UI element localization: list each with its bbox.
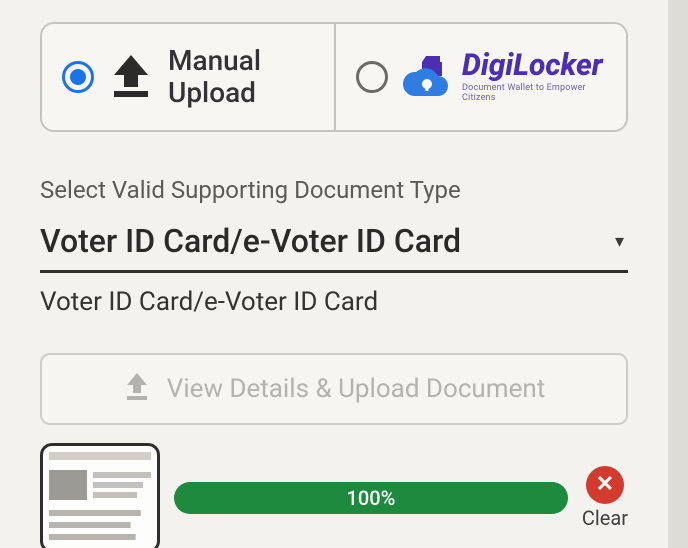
- digilocker-title: DigiLocker: [462, 51, 606, 81]
- doc-type-selected: Voter ID Card/e-Voter ID Card: [40, 222, 461, 260]
- digilocker-option[interactable]: DigiLocker Document Wallet to Empower Ci…: [334, 24, 626, 130]
- upload-progress-bar: 100%: [174, 482, 568, 514]
- uploaded-file-row: 100% ✕ Clear: [40, 443, 628, 548]
- doc-type-label: Select Valid Supporting Document Type: [40, 176, 628, 204]
- doc-type-select[interactable]: Voter ID Card/e-Voter ID Card ▾: [40, 212, 628, 273]
- digilocker-tagline: Document Wallet to Empower Citizens: [462, 83, 606, 103]
- view-details-button[interactable]: View Details & Upload Document: [40, 353, 628, 425]
- close-icon: ✕: [586, 466, 624, 504]
- scrollbar-gutter[interactable]: [668, 0, 688, 548]
- upload-icon: [108, 51, 154, 103]
- upload-method-group: Manual Upload: [40, 22, 628, 132]
- doc-type-echo: Voter ID Card/e-Voter ID Card: [40, 287, 628, 317]
- view-details-label: View Details & Upload Document: [167, 374, 545, 404]
- manual-upload-label: Manual Upload: [168, 45, 261, 109]
- clear-label: Clear: [582, 506, 628, 530]
- manual-upload-option[interactable]: Manual Upload: [42, 24, 334, 130]
- radio-checked-icon: [62, 61, 94, 93]
- clear-upload-button[interactable]: ✕ Clear: [582, 466, 628, 530]
- upload-small-icon: [123, 371, 151, 408]
- radio-unchecked-icon: [356, 61, 388, 93]
- digilocker-cloud-icon: [402, 54, 452, 100]
- upload-progress-text: 100%: [347, 486, 396, 510]
- document-thumbnail[interactable]: [40, 443, 160, 548]
- chevron-down-icon: ▾: [615, 231, 624, 252]
